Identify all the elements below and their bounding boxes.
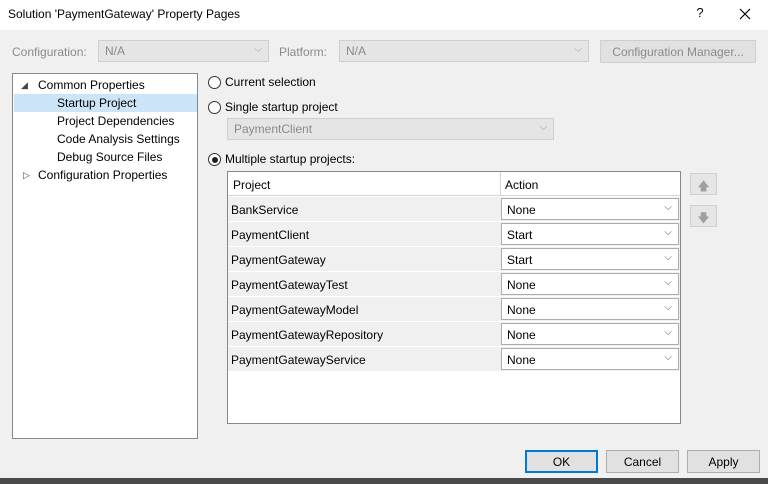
action-select[interactable]: Start ⌵ xyxy=(501,223,679,245)
action-value: None xyxy=(507,203,536,217)
apply-button[interactable]: Apply xyxy=(687,450,760,473)
table-row[interactable]: PaymentGatewayService None ⌵ xyxy=(228,347,680,372)
single-startup-option[interactable]: Single startup project xyxy=(208,100,408,118)
table-row[interactable]: PaymentGatewayTest None ⌵ xyxy=(228,272,680,297)
ok-button[interactable]: OK xyxy=(525,450,598,473)
single-startup-select[interactable]: PaymentClient ⌵ xyxy=(227,118,554,140)
arrow-up-icon: 🡅 xyxy=(697,179,710,193)
chevron-down-icon: ⌵ xyxy=(574,44,582,55)
project-name: PaymentGatewayService xyxy=(231,353,366,367)
title-bar: Solution 'PaymentGateway' Property Pages… xyxy=(0,0,768,30)
collapse-arrow-icon[interactable]: ▷ xyxy=(23,170,30,181)
project-name: PaymentGatewayModel xyxy=(231,303,359,317)
configuration-select[interactable]: N/A ⌵ xyxy=(98,40,269,62)
chevron-down-icon: ⌵ xyxy=(664,277,672,288)
column-header-project[interactable]: Project xyxy=(233,178,270,192)
move-up-button[interactable]: 🡅 xyxy=(690,173,717,195)
chevron-down-icon: ⌵ xyxy=(664,227,672,238)
action-select[interactable]: None ⌵ xyxy=(501,323,679,345)
cancel-button[interactable]: Cancel xyxy=(606,450,679,473)
multiple-startup-option[interactable]: Multiple startup projects: xyxy=(208,152,428,170)
close-icon xyxy=(739,8,751,20)
chevron-down-icon: ⌵ xyxy=(539,122,547,133)
chevron-down-icon: ⌵ xyxy=(664,252,672,263)
tree-item-configuration-properties[interactable]: Configuration Properties xyxy=(38,166,196,184)
action-select[interactable]: None ⌵ xyxy=(501,348,679,370)
platform-select[interactable]: N/A ⌵ xyxy=(339,40,589,62)
radio-current-selection[interactable] xyxy=(208,76,221,89)
action-value: None xyxy=(507,353,536,367)
project-name: BankService xyxy=(231,203,299,217)
platform-label: Platform: xyxy=(279,45,328,59)
move-down-button[interactable]: 🡇 xyxy=(690,205,717,227)
background-strip xyxy=(0,478,768,484)
table-row[interactable]: PaymentGatewayRepository None ⌵ xyxy=(228,322,680,347)
configuration-value: N/A xyxy=(105,44,126,58)
window-title: Solution 'PaymentGateway' Property Pages xyxy=(8,7,241,21)
expand-arrow-icon[interactable]: ◢ xyxy=(21,80,28,91)
project-name: PaymentGatewayTest xyxy=(231,278,348,292)
close-button[interactable] xyxy=(734,3,756,25)
table-row[interactable]: PaymentGateway Start ⌵ xyxy=(228,247,680,272)
column-header-action[interactable]: Action xyxy=(505,178,538,192)
tree-item-startup-project[interactable]: Startup Project xyxy=(14,94,197,112)
chevron-down-icon: ⌵ xyxy=(664,352,672,363)
project-name: PaymentClient xyxy=(231,228,310,242)
help-button[interactable]: ? xyxy=(690,5,710,25)
action-select[interactable]: None ⌵ xyxy=(501,198,679,220)
project-name: PaymentGateway xyxy=(231,253,326,267)
action-select[interactable]: None ⌵ xyxy=(501,273,679,295)
arrow-down-icon: 🡇 xyxy=(697,211,710,225)
configuration-manager-button[interactable]: Configuration Manager... xyxy=(600,40,756,63)
tree-item-debug-source-files[interactable]: Debug Source Files xyxy=(57,148,197,166)
tree-item-project-dependencies[interactable]: Project Dependencies xyxy=(57,112,197,130)
configuration-label: Configuration: xyxy=(12,45,87,59)
tree-item-common-properties[interactable]: Common Properties xyxy=(38,76,196,94)
chevron-down-icon: ⌵ xyxy=(664,302,672,313)
action-select[interactable]: Start ⌵ xyxy=(501,248,679,270)
chevron-down-icon: ⌵ xyxy=(664,202,672,213)
tree-item-code-analysis-settings[interactable]: Code Analysis Settings xyxy=(57,130,197,148)
chevron-down-icon: ⌵ xyxy=(254,44,262,55)
table-row[interactable]: PaymentGatewayModel None ⌵ xyxy=(228,297,680,322)
single-startup-value: PaymentClient xyxy=(234,122,313,136)
action-value: None xyxy=(507,328,536,342)
single-startup-label: Single startup project xyxy=(225,100,338,114)
platform-value: N/A xyxy=(346,44,367,58)
grid-header: Project Action xyxy=(228,172,680,196)
action-value: Start xyxy=(507,228,533,242)
property-tree[interactable]: ◢ Common Properties Startup Project Proj… xyxy=(12,73,198,439)
project-name: PaymentGatewayRepository xyxy=(231,328,384,342)
current-selection-label: Current selection xyxy=(225,75,316,89)
table-row[interactable]: BankService None ⌵ xyxy=(228,197,680,222)
radio-multiple-startup[interactable] xyxy=(208,153,221,166)
action-select[interactable]: None ⌵ xyxy=(501,298,679,320)
action-value: None xyxy=(507,303,536,317)
startup-projects-grid: Project Action BankService None ⌵ PaymentCl… xyxy=(227,171,681,424)
action-value: Start xyxy=(507,253,533,267)
column-divider[interactable] xyxy=(500,172,501,196)
action-value: None xyxy=(507,278,536,292)
radio-single-startup[interactable] xyxy=(208,101,221,114)
multiple-startup-label: Multiple startup projects: xyxy=(225,152,356,166)
current-selection-option[interactable]: Current selection xyxy=(208,75,408,93)
table-row[interactable]: PaymentClient Start ⌵ xyxy=(228,222,680,247)
chevron-down-icon: ⌵ xyxy=(664,327,672,338)
